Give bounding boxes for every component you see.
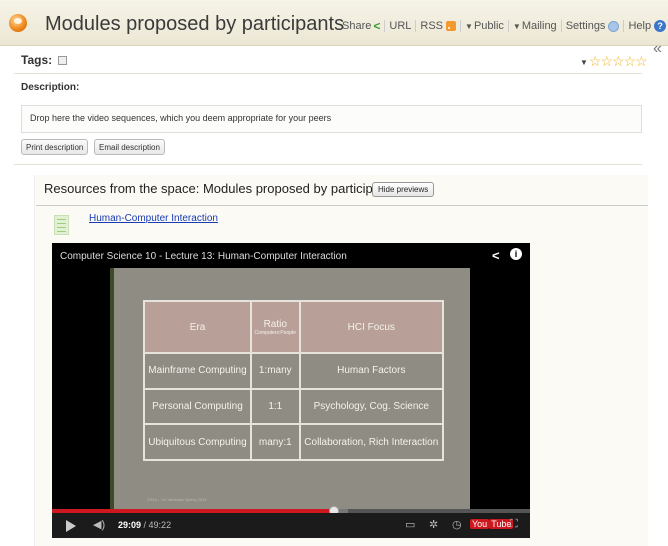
caret-down-icon: ▼ [465,21,473,31]
slide-footer: CS10 – UC Berkeley Spring 2014 [147,497,207,502]
table-header: Era [143,299,252,355]
public-label: Public [473,20,504,32]
ratio-header: Ratio [263,318,287,330]
page-header: Modules proposed by participants Share <… [0,0,668,46]
slide-edge [110,268,114,515]
help-icon: ? [654,20,667,32]
divider [36,205,648,206]
mailing-dropdown[interactable]: ▼ Mailing [507,20,561,32]
resources-title: Resources from the space: Modules propos… [44,181,398,196]
caret-down-icon: ▼ [512,21,521,31]
table-cell: Psychology, Cog. Science [298,387,445,426]
lecture-slide: Era Ratio Computers:People HCI Focus Mai… [110,268,470,515]
hci-table: Era Ratio Computers:People HCI Focus Mai… [143,299,445,461]
settings-icon [608,20,620,32]
print-description-button[interactable]: Print description [21,139,89,155]
tags-row: Tags: [21,53,68,67]
rss-label: RSS [420,20,444,32]
gear-icon[interactable]: ✲ [429,518,438,531]
play-icon[interactable] [66,520,76,532]
toolbar: Share < URL RSS ▼ Public ▼ Mailing Setti… [338,19,668,33]
video-player[interactable]: Computer Science 10 - Lecture 13: Human-… [52,243,530,538]
table-header: Ratio Computers:People [249,299,301,355]
table-cell: Mainframe Computing [143,352,252,390]
url-button[interactable]: URL [384,20,415,32]
settings-label: Settings [565,20,606,32]
duration: / 49:22 [143,520,172,530]
collapse-panel-icon[interactable]: « [653,40,662,58]
share-icon: < [373,19,381,33]
star-icon[interactable]: ☆ [600,53,613,69]
share-label: Share [342,20,372,32]
volume-icon[interactable]: ◀) [93,518,105,531]
watch-later-icon[interactable]: ◷ [452,518,462,531]
edit-tags-icon[interactable] [58,55,68,65]
caret-down-icon: ▼ [580,57,588,67]
description-box: Drop here the video sequences, which you… [21,105,642,133]
page-title: Modules proposed by participants [45,13,345,35]
table-cell: Collaboration, Rich Interaction [298,423,445,461]
table-cell: Human Factors [298,352,445,390]
mailing-label: Mailing [521,20,557,32]
document-icon [54,215,69,235]
ratio-subheader: Computers:People [254,329,296,336]
share-button[interactable]: Share < [338,19,384,33]
settings-button[interactable]: Settings [560,20,624,32]
captions-icon[interactable]: ▭ [405,518,415,531]
rating-stars[interactable]: ▼ ☆☆☆☆☆ [580,53,648,70]
rss-icon [446,21,457,31]
star-icon[interactable]: ☆ [589,53,602,69]
video-title[interactable]: Computer Science 10 - Lecture 13: Human-… [60,251,347,262]
star-icon[interactable]: ☆ [612,53,625,69]
resource-link[interactable]: Human-Computer Interaction [89,213,218,224]
description-label: Description: [21,82,80,93]
rss-button[interactable]: RSS [415,20,460,32]
app-logo-icon[interactable] [9,14,27,32]
info-icon[interactable]: i [510,248,522,260]
star-icon[interactable]: ☆ [635,53,648,69]
player-controls: ◀) 29:09 / 49:22 ▭ ✲ ◷ You Tube ⛶ [52,513,530,538]
public-dropdown[interactable]: ▼ Public [460,20,508,32]
table-cell: Ubiquitous Computing [143,423,252,461]
current-time: 29:09 [118,520,142,530]
hide-previews-button[interactable]: Hide previews [372,182,435,197]
help-label: Help [628,20,652,32]
help-button[interactable]: Help ? [623,20,668,32]
table-cell: 1:1 [249,387,301,426]
table-cell: Personal Computing [143,387,252,426]
divider [14,73,642,74]
time-display: 29:09 / 49:22 [118,520,171,530]
email-description-button[interactable]: Email description [94,139,165,155]
tags-label: Tags: [21,53,53,67]
youtube-logo-you: You [470,519,490,529]
share-icon[interactable]: < [492,248,500,263]
table-header: HCI Focus [298,299,445,355]
table-cell: 1:many [249,352,301,390]
divider [14,164,642,165]
youtube-logo[interactable]: You Tube [470,519,514,529]
fullscreen-icon[interactable]: ⛶ [510,518,518,531]
table-cell: many:1 [249,423,301,461]
star-icon[interactable]: ☆ [624,53,637,69]
